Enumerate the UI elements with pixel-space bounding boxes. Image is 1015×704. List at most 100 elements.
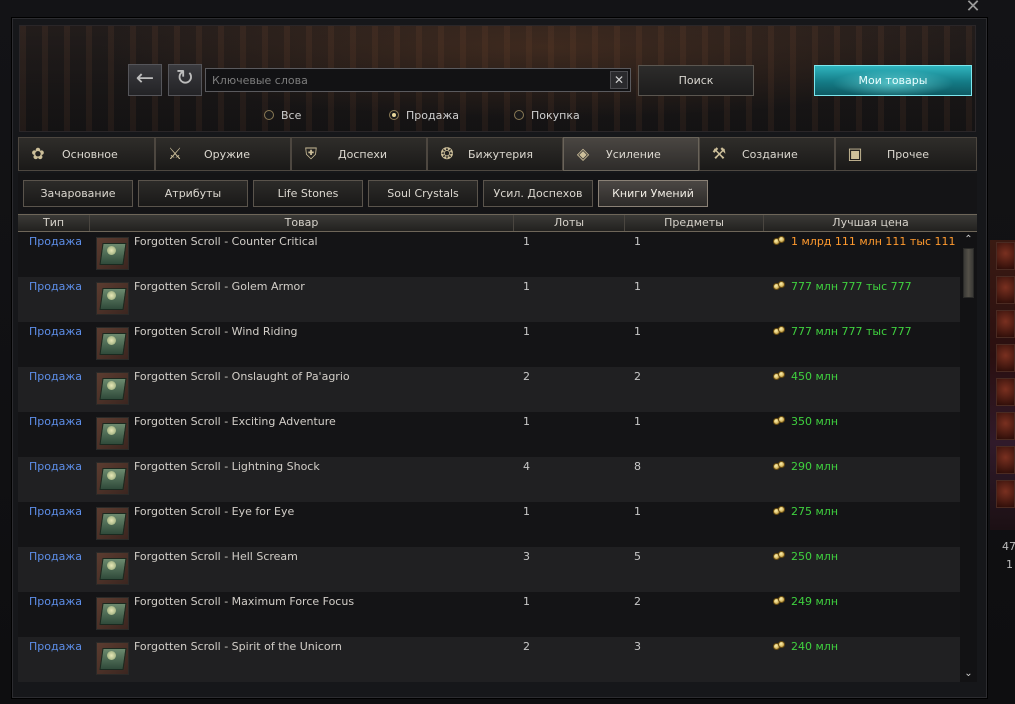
listings-table: Продажа Forgotten Scroll - Counter Criti…	[18, 232, 960, 682]
hud-slot	[996, 412, 1015, 440]
listing-type[interactable]: Продажа	[29, 235, 82, 248]
back-button[interactable]: ←	[128, 64, 162, 96]
column-best-price[interactable]: Лучшая цена	[764, 215, 977, 231]
item-name: Forgotten Scroll - Golem Armor	[134, 280, 305, 293]
table-row[interactable]: Продажа Forgotten Scroll - Exciting Adve…	[18, 412, 960, 457]
tab-jewelry[interactable]: ❂ Бижутерия	[427, 137, 563, 171]
listing-type[interactable]: Продажа	[29, 280, 82, 293]
listing-type[interactable]: Продажа	[29, 460, 82, 473]
scroll-item-icon	[96, 417, 129, 450]
subtab-life-stones[interactable]: Life Stones	[253, 180, 363, 207]
clear-search-button[interactable]: ✕	[610, 71, 628, 89]
lots-count: 1	[523, 595, 530, 608]
hud-slot	[996, 378, 1015, 406]
item-name: Forgotten Scroll - Exciting Adventure	[134, 415, 336, 428]
table-row[interactable]: Продажа Forgotten Scroll - Wind Riding 1…	[18, 322, 960, 367]
hud-slot	[996, 276, 1015, 304]
listing-type[interactable]: Продажа	[29, 550, 82, 563]
search-input[interactable]	[206, 69, 606, 91]
best-price: 240 млн	[791, 640, 839, 653]
table-header: Тип Товар Лоты Предметы Лучшая цена	[18, 214, 977, 232]
hud-slot	[996, 310, 1015, 338]
table-row[interactable]: Продажа Forgotten Scroll - Onslaught of …	[18, 367, 960, 412]
table-row[interactable]: Продажа Forgotten Scroll - Eye for Eye 1…	[18, 502, 960, 547]
scroll-item-icon	[96, 237, 129, 270]
lots-count: 2	[523, 640, 530, 653]
refresh-icon: ↻	[175, 66, 195, 91]
hud-slot	[996, 480, 1015, 508]
hud-slot	[996, 446, 1015, 474]
table-row[interactable]: Продажа Forgotten Scroll - Golem Armor 1…	[18, 277, 960, 322]
lots-count: 1	[523, 325, 530, 338]
items-count: 1	[634, 280, 641, 293]
column-items[interactable]: Предметы	[625, 215, 764, 231]
tab-label: Усиление	[606, 148, 661, 161]
best-price: 275 млн	[791, 505, 839, 518]
tab-misc[interactable]: ▣ Прочее	[835, 137, 977, 171]
hud-text: 47	[1002, 540, 1015, 553]
filter-radio-all[interactable]: Все	[264, 108, 301, 122]
close-button[interactable]: ✕	[962, 0, 984, 16]
radio-indicator	[264, 110, 274, 120]
adena-coin-icon	[773, 371, 787, 381]
radio-label: Продажа	[406, 108, 459, 122]
table-row[interactable]: Продажа Forgotten Scroll - Counter Criti…	[18, 232, 960, 277]
listing-type[interactable]: Продажа	[29, 595, 82, 608]
listing-type[interactable]: Продажа	[29, 325, 82, 338]
table-row[interactable]: Продажа Forgotten Scroll - Maximum Force…	[18, 592, 960, 637]
scroll-item-icon	[96, 642, 129, 675]
items-count: 1	[634, 325, 641, 338]
tab-armor[interactable]: ⛨ Доспехи	[291, 137, 427, 171]
adena-coin-icon	[773, 506, 787, 516]
tab-label: Доспехи	[338, 148, 387, 161]
items-count: 1	[634, 505, 641, 518]
column-lots[interactable]: Лоты	[514, 215, 625, 231]
radio-label: Все	[281, 108, 302, 122]
search-button[interactable]: Поиск	[638, 65, 754, 96]
scroll-item-icon	[96, 462, 129, 495]
tab-basic[interactable]: ✿ Основное	[18, 137, 155, 171]
refresh-button[interactable]: ↻	[168, 64, 202, 96]
hud-slot	[996, 242, 1015, 270]
best-price: 290 млн	[791, 460, 839, 473]
tab-enhance[interactable]: ◈ Усиление	[563, 137, 699, 171]
lots-count: 1	[523, 505, 530, 518]
table-row[interactable]: Продажа Forgotten Scroll - Hell Scream 3…	[18, 547, 960, 592]
adena-coin-icon	[773, 641, 787, 651]
table-row[interactable]: Продажа Forgotten Scroll - Spirit of the…	[18, 637, 960, 682]
scroll-down-icon[interactable]: ⌄	[962, 668, 975, 680]
scroll-thumb[interactable]	[963, 248, 974, 298]
column-type[interactable]: Тип	[18, 215, 90, 231]
column-item[interactable]: Товар	[90, 215, 514, 231]
subtab-skill-books[interactable]: Книги Умений	[598, 180, 708, 207]
filter-radio-buy[interactable]: Покупка	[514, 108, 580, 122]
best-price: 249 млн	[791, 595, 839, 608]
listing-type[interactable]: Продажа	[29, 640, 82, 653]
scroll-up-icon[interactable]: ⌃	[962, 234, 975, 246]
close-icon: ✕	[613, 73, 625, 87]
my-goods-button[interactable]: Мои товары	[814, 65, 972, 96]
items-count: 1	[634, 235, 641, 248]
subtab-soul-crystals[interactable]: Soul Crystals	[368, 180, 478, 207]
lots-count: 2	[523, 370, 530, 383]
tab-craft[interactable]: ⚒ Создание	[699, 137, 835, 171]
tab-weapon[interactable]: ⚔ Оружие	[155, 137, 291, 171]
table-row[interactable]: Продажа Forgotten Scroll - Lightning Sho…	[18, 457, 960, 502]
best-price: 350 млн	[791, 415, 839, 428]
items-count: 2	[634, 370, 641, 383]
subtab-attributes[interactable]: Атрибуты	[138, 180, 248, 207]
table-scrollbar[interactable]: ⌃ ⌄	[960, 232, 977, 682]
items-count: 1	[634, 415, 641, 428]
subtab-armor-enhance[interactable]: Усил. Доспехов	[483, 180, 593, 207]
subtab-enchant[interactable]: Зачарование	[23, 180, 133, 207]
radio-indicator	[514, 110, 524, 120]
scroll-item-icon	[96, 507, 129, 540]
listing-type[interactable]: Продажа	[29, 415, 82, 428]
scroll-item-icon	[96, 552, 129, 585]
radio-label: Покупка	[531, 108, 580, 122]
weapon-icon: ⚔	[167, 144, 183, 163]
filter-radio-sale[interactable]: Продажа	[389, 108, 459, 122]
craft-icon: ⚒	[711, 144, 727, 163]
listing-type[interactable]: Продажа	[29, 505, 82, 518]
listing-type[interactable]: Продажа	[29, 370, 82, 383]
